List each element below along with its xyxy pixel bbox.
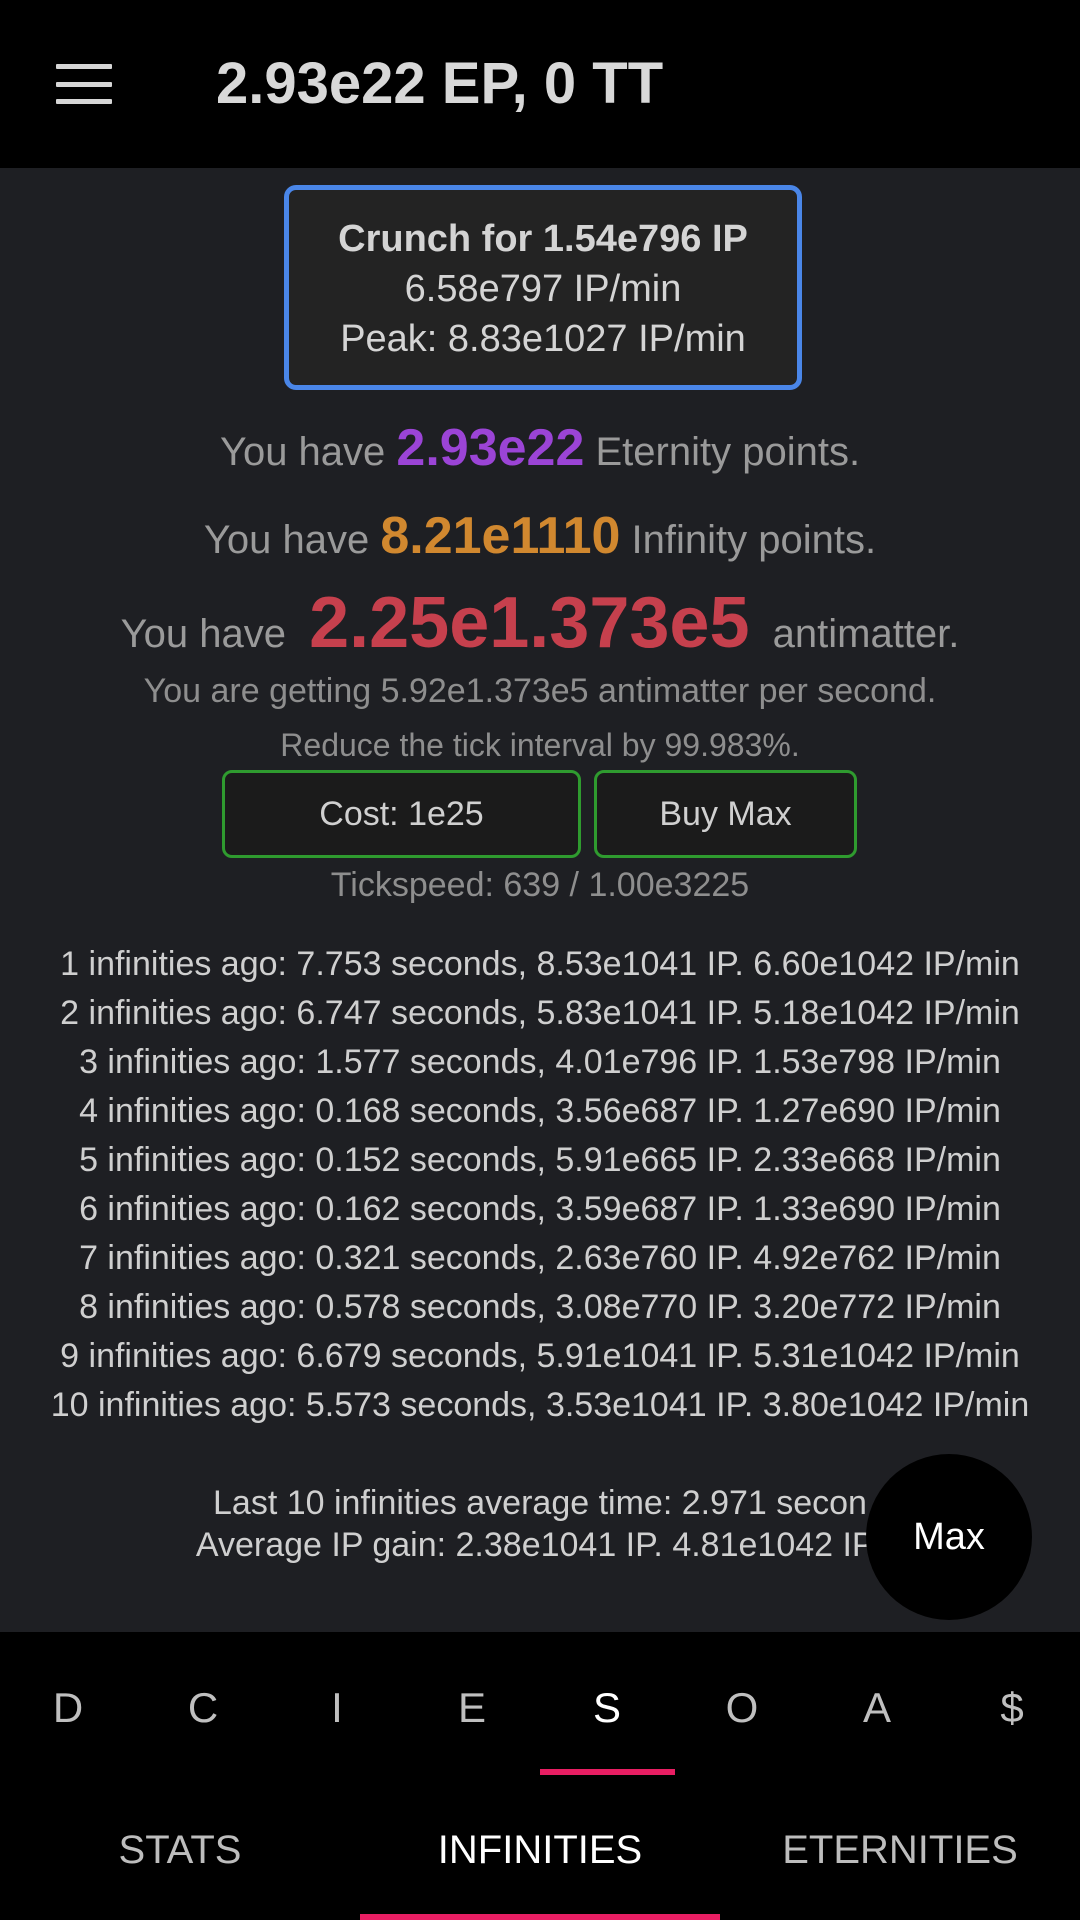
crunch-rate: 6.58e797 IP/min <box>404 268 682 310</box>
tab-options[interactable]: O <box>702 1684 782 1732</box>
antimatter-rate-text: You are getting 5.92e1.373e5 antimatter … <box>143 672 937 710</box>
bottom-navigation: D C I E S O A $ STATS INFINITIES ETERNIT… <box>0 1632 1080 1920</box>
app-title: 2.93e22 EP, 0 TT <box>216 51 664 116</box>
history-row: 6 infinities ago: 0.162 seconds, 3.59e68… <box>79 1190 1001 1228</box>
max-all-fab-button[interactable]: Max <box>866 1454 1032 1620</box>
tab-challenges[interactable]: C <box>163 1684 243 1732</box>
infinity-suffix: Infinity points. <box>620 518 877 562</box>
subtab-infinities[interactable]: INFINITIES <box>360 1828 720 1873</box>
infinity-points-value: 8.21e1110 <box>380 507 621 565</box>
tab-statistics[interactable]: S <box>567 1684 647 1732</box>
tickspeed-cost-button[interactable]: Cost: 1e25 <box>222 770 581 858</box>
history-row: 5 infinities ago: 0.152 seconds, 5.91e66… <box>79 1141 1001 1179</box>
infinity-points-text: You have 8.21e1110 Infinity points. <box>0 506 1080 566</box>
history-row: 9 infinities ago: 6.679 seconds, 5.91e10… <box>60 1337 1020 1375</box>
tick-reduction-text: Reduce the tick interval by 99.983%. <box>280 727 800 763</box>
subtab-eternities[interactable]: ETERNITIES <box>720 1828 1080 1873</box>
tab-eternity[interactable]: E <box>432 1684 512 1732</box>
history-row: 10 infinities ago: 5.573 seconds, 3.53e1… <box>50 1386 1030 1424</box>
subtab-stats[interactable]: STATS <box>0 1828 360 1873</box>
active-tab-indicator <box>540 1769 675 1775</box>
infinity-prefix: You have <box>203 518 381 562</box>
crunch-amount: Crunch for 1.54e796 IP <box>338 218 748 260</box>
tickspeed-text: Tickspeed: 639 / 1.00e3225 <box>330 866 750 904</box>
antimatter-prefix: You have <box>120 612 298 656</box>
history-row: 7 infinities ago: 0.321 seconds, 2.63e76… <box>79 1239 1001 1277</box>
eternity-points-value: 2.93e22 <box>396 419 585 477</box>
active-subtab-indicator <box>360 1914 720 1920</box>
infinity-history-list: 1 infinities ago: 7.753 seconds, 8.53e10… <box>0 940 1080 1430</box>
history-row: 3 infinities ago: 1.577 seconds, 4.01e79… <box>79 1043 1001 1081</box>
tab-dimensions[interactable]: D <box>28 1684 108 1732</box>
tab-shop[interactable]: $ <box>972 1684 1052 1732</box>
app-bar: 2.93e22 EP, 0 TT <box>0 0 1080 168</box>
eternity-points-text: You have 2.93e22 Eternity points. <box>0 418 1080 478</box>
antimatter-suffix: antimatter. <box>761 612 960 656</box>
eternity-prefix: You have <box>219 430 397 474</box>
eternity-suffix: Eternity points. <box>584 430 861 474</box>
history-row: 1 infinities ago: 7.753 seconds, 8.53e10… <box>60 945 1020 983</box>
hamburger-menu-icon[interactable] <box>56 64 112 104</box>
antimatter-text: You have 2.25e1.373e5 antimatter. <box>0 582 1080 664</box>
antimatter-value: 2.25e1.373e5 <box>309 583 750 663</box>
history-row: 4 infinities ago: 0.168 seconds, 3.56e68… <box>79 1092 1001 1130</box>
big-crunch-button[interactable]: Crunch for 1.54e796 IP 6.58e797 IP/min P… <box>284 185 802 390</box>
tab-achievements[interactable]: A <box>837 1684 917 1732</box>
tickspeed-buy-max-button[interactable]: Buy Max <box>594 770 857 858</box>
history-row: 2 infinities ago: 6.747 seconds, 5.83e10… <box>60 994 1020 1032</box>
tab-infinity[interactable]: I <box>297 1684 377 1732</box>
crunch-peak: Peak: 8.83e1027 IP/min <box>340 318 746 360</box>
history-row: 8 infinities ago: 0.578 seconds, 3.08e77… <box>79 1288 1001 1326</box>
